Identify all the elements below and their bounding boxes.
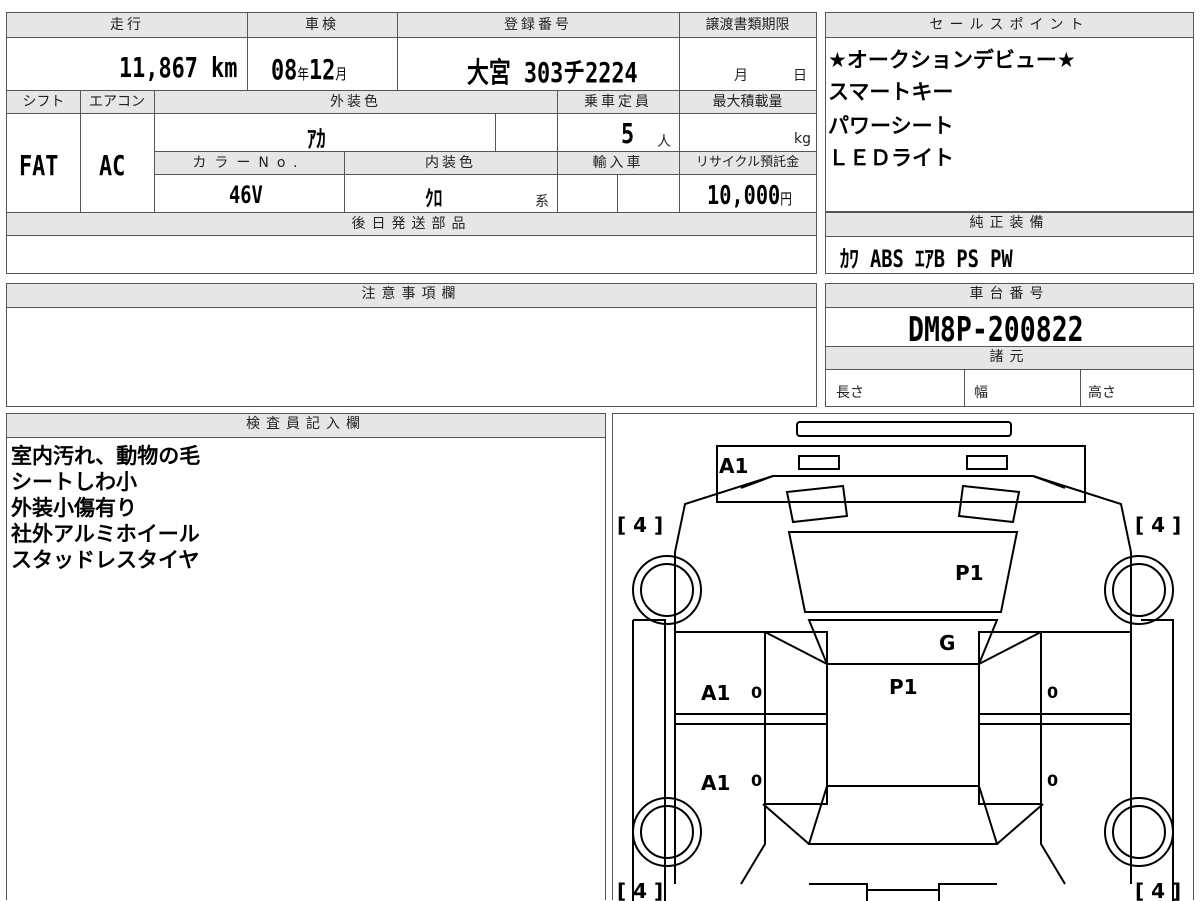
chassis-panel: 車台番号 DM8P-200822 諸元 長さ 幅 高さ	[825, 283, 1194, 407]
door-mark-zero: 0	[1047, 771, 1058, 790]
mileage-label: 走行	[110, 17, 144, 33]
transfer-month-unit: 月	[734, 68, 748, 84]
inspector-line: 外装小傷有り	[11, 496, 137, 520]
interior-color-value: ｸﾛ	[425, 187, 443, 212]
inspector-line: 社外アルミホイール	[11, 522, 200, 546]
equipment-panel: 純正装備 ｶﾜ ABS ｴｱB PS PW	[825, 212, 1194, 274]
plate-value: 大宮 303チ2224	[467, 56, 638, 89]
spec-width-label: 幅	[974, 385, 988, 401]
inspector-line: 室内汚れ、動物の毛	[11, 444, 201, 468]
capacity-value: 5	[621, 117, 635, 150]
mark-left-front-door: A1	[701, 681, 730, 705]
mark-roof: P1	[889, 675, 918, 699]
mark-hood: P1	[955, 561, 984, 585]
notes-label: 注意事項欄	[7, 284, 816, 308]
equipment-label: 純正装備	[826, 213, 1193, 237]
recycle-value: 10,000円	[707, 181, 792, 211]
door-mark-zero: 0	[1047, 683, 1058, 702]
chassis-label: 車台番号	[826, 284, 1193, 308]
sales-points-panel: セールスポイント ★オークションデビュー★ スマートキー パワーシート ＬＥＤラ…	[825, 12, 1194, 212]
inspector-line: スタッドレスタイヤ	[11, 548, 200, 572]
equipment-value: ｶﾜ ABS ｴｱB PS PW	[840, 245, 1013, 273]
door-mark-zero: 0	[751, 683, 762, 702]
transfer-day-unit: 日	[793, 68, 807, 84]
door-mark-zero: 0	[751, 771, 762, 790]
sales-point-item: パワーシート	[828, 114, 954, 138]
max-load-label: 最大積載量	[712, 94, 783, 110]
import-label: 輸入車	[592, 155, 644, 171]
vehicle-info-table: 走行 車検 登録番号 譲渡書類期限 11,867 km 08年12月 大宮 30…	[6, 12, 817, 274]
shift-label: シフト	[22, 94, 65, 110]
capacity-label: 乗車定員	[584, 94, 652, 110]
ac-value: AC	[99, 149, 126, 182]
inspector-label: 検査員記入欄	[7, 414, 605, 438]
later-parts-label: 後日発送部品	[351, 216, 472, 232]
tire-front-left: [ 4 ]	[617, 513, 663, 537]
color-no-label: カラーNo.	[192, 155, 306, 171]
mark-front: A1	[719, 454, 748, 478]
spec-length-label: 長さ	[836, 385, 864, 401]
chassis-value: DM8P-200822	[908, 310, 1084, 350]
interior-color-label: 内装色	[425, 155, 476, 171]
capacity-unit: 人	[657, 134, 671, 150]
specs-label: 諸元	[826, 346, 1193, 370]
ac-label: エアコン	[89, 94, 145, 110]
damage-diagram-panel: A1 P1 G P1 A1 A1 [ 4 ] [ 4 ] [ 4 ] [ 4 ]…	[612, 413, 1194, 901]
tire-front-right: [ 4 ]	[1135, 513, 1181, 537]
tire-rear-right: [ 4 ]	[1135, 879, 1181, 901]
mark-windshield: G	[939, 631, 955, 655]
plate-label: 登録番号	[504, 17, 572, 33]
inspection-label: 車検	[305, 17, 339, 33]
spec-height-label: 高さ	[1088, 385, 1116, 401]
max-load-unit: kg	[794, 131, 811, 147]
exterior-color-value: ｱｶ	[307, 125, 326, 153]
recycle-label: リサイクル預託金	[695, 155, 800, 170]
interior-color-suffix: 系	[535, 194, 549, 210]
exterior-color-label: 外装色	[330, 94, 381, 110]
notes-panel: 注意事項欄	[6, 283, 817, 407]
transfer-label: 譲渡書類期限	[705, 17, 790, 33]
inspection-value: 08年12月	[271, 53, 348, 86]
sales-point-item: スマートキー	[828, 80, 954, 104]
mark-left-rear-door: A1	[701, 771, 730, 795]
inspector-panel: 検査員記入欄 室内汚れ、動物の毛 シートしわ小 外装小傷有り 社外アルミホイール…	[6, 413, 606, 900]
tire-rear-left: [ 4 ]	[617, 879, 663, 901]
color-no-value: 46V	[229, 181, 263, 209]
shift-value: FAT	[19, 149, 59, 182]
car-diagram: A1 P1 G P1 A1 A1 [ 4 ] [ 4 ] [ 4 ] [ 4 ]…	[617, 421, 1181, 901]
sales-point-item: ★オークションデビュー★	[828, 48, 1076, 72]
sales-points-label: セールスポイント	[826, 13, 1193, 38]
mileage-value: 11,867 km	[119, 51, 238, 84]
sales-point-item: ＬＥＤライト	[828, 146, 954, 170]
inspector-line: シートしわ小	[11, 470, 137, 494]
